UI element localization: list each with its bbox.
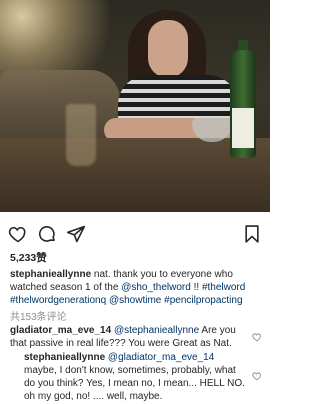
comment-mention[interactable]: @gladiator_ma_eve_14	[108, 352, 214, 363]
photo-glass	[66, 104, 96, 166]
photo-bottle-label	[232, 108, 254, 148]
caption-text: !!	[190, 282, 202, 293]
mention-link[interactable]: @showtime	[109, 295, 161, 306]
photo-face	[148, 20, 188, 78]
comment: gladiator_ma_eve_14 @stephanieallynne Ar…	[10, 324, 244, 350]
comment-mention[interactable]: @stephanieallynne	[114, 325, 199, 336]
comment-username[interactable]: stephanieallynne	[24, 352, 105, 363]
post-caption: stephanieallynne nat. thank you to every…	[10, 268, 264, 307]
bookmark-icon[interactable]	[242, 224, 262, 244]
hashtag-link[interactable]: #thelwordgenerationq	[10, 295, 106, 306]
comment-bubble-icon[interactable]	[37, 224, 57, 244]
comment-text: maybe, I don't know, sometimes, probably…	[24, 365, 245, 402]
caption-username[interactable]: stephanieallynne	[10, 269, 91, 280]
comment-like-heart-icon[interactable]	[252, 371, 262, 381]
mention-link[interactable]: @sho_thelword	[121, 282, 191, 293]
post-photo[interactable]	[0, 0, 270, 212]
heart-icon[interactable]	[8, 224, 28, 244]
likes-count[interactable]: 5,233赞	[10, 250, 47, 265]
comment-username[interactable]: gladiator_ma_eve_14	[10, 325, 111, 336]
hashtag-link[interactable]: #pencilpropacting	[164, 295, 242, 306]
comment-like-heart-icon[interactable]	[252, 332, 262, 342]
comment-reply: stephanieallynne @gladiator_ma_eve_14 ma…	[24, 351, 246, 403]
send-icon[interactable]	[66, 224, 86, 244]
view-all-comments-link[interactable]: 共153条评论	[10, 308, 67, 323]
hashtag-link[interactable]: #thelword	[202, 282, 245, 293]
action-bar	[0, 224, 270, 246]
